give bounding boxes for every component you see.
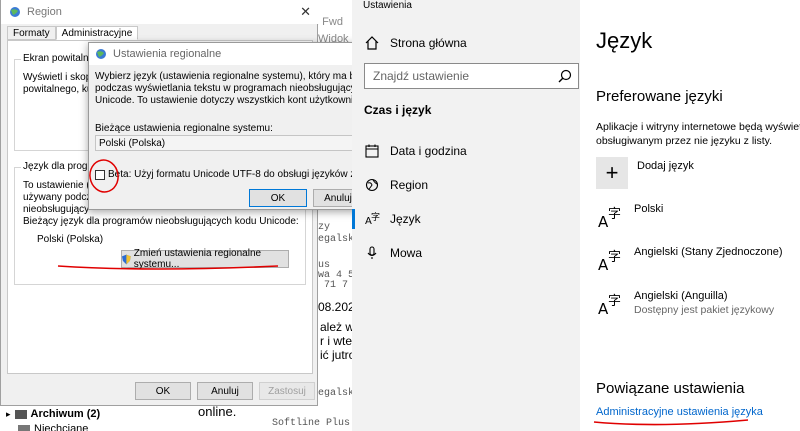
home-icon [364, 35, 380, 51]
group-text: nieobsługujący [23, 204, 90, 215]
chevron-right-icon: ▸ [6, 408, 11, 419]
description-line: Aplikacje i witryny internetowe będą wyś… [596, 121, 800, 133]
globe-icon [364, 177, 380, 193]
regional-settings-description: Wybierz język (ustawienia regionalne sys… [95, 71, 407, 107]
description-line: podczas wyświetlania tekstu w programach… [95, 83, 391, 94]
beta-utf8-label: Beta: Użyj formatu Unicode UTF-8 do obsł… [108, 169, 388, 180]
settings-sidebar: Ustawienia Strona główna Znajdź ustawien… [352, 0, 580, 431]
bg-body-line: ależ w [320, 320, 352, 334]
tab-formats[interactable]: Formaty [7, 26, 56, 40]
background-online-text: online. [198, 404, 237, 419]
folder-item-junk[interactable]: Niechciane [6, 423, 88, 431]
region-dialog-buttons: OK Anuluj Zastosuj [1, 382, 319, 402]
beta-utf8-row[interactable]: Beta: Użyj formatu Unicode UTF-8 do obsł… [95, 169, 388, 180]
bg-body-line: r i wted [320, 334, 352, 348]
group-text: To ustawienie ( [23, 180, 90, 191]
regional-settings-dialog: Ustawienia regionalne Wybierz język (ust… [88, 42, 407, 210]
nav-item-label: Region [390, 178, 429, 192]
language-name: Polski [634, 203, 664, 215]
nav-item-label: Język [390, 212, 421, 226]
language-name: Angielski (Anguilla) [634, 290, 728, 302]
add-language-label: Dodaj język [637, 160, 694, 172]
nav-item-language[interactable]: A 字 Język [352, 205, 580, 233]
folder-label: Niechciane [34, 423, 89, 431]
app-title: Ustawienia [363, 0, 412, 11]
search-icon[interactable] [558, 69, 572, 86]
nav-section-title: Czas i język [364, 103, 432, 117]
bg-body-line: ić jutro [320, 348, 352, 362]
region-dialog-title: Region [27, 6, 62, 18]
folder-item-archive[interactable]: ▸ Archiwum (2) [6, 408, 100, 420]
bg-mono-line: 08.202 [318, 300, 352, 314]
search-placeholder: Znajdź ustawienie [373, 69, 470, 83]
language-name: Angielski (Stany Zjednoczone) [634, 246, 783, 258]
nav-home-label: Strona główna [390, 36, 467, 50]
globe-icon [10, 7, 20, 17]
bg-mono-line: Softline Plus [272, 418, 351, 429]
nav-item-region[interactable]: Region [352, 171, 580, 199]
description-line: obsługiwanym przez nie języku z listy. [596, 135, 773, 147]
change-system-locale-button[interactable]: Zmień ustawienia regionalne systemu... [121, 248, 289, 270]
nav-item-label: Mowa [390, 246, 423, 260]
nav-item-speech[interactable]: Mowa [352, 239, 580, 267]
nav-home[interactable]: Strona główna [352, 29, 580, 57]
apply-button[interactable]: Zastosuj [259, 382, 315, 400]
change-system-locale-label: Zmień ustawienia regionalne systemu... [133, 248, 262, 270]
beta-utf8-checkbox[interactable] [95, 169, 105, 180]
add-language-button[interactable]: + Dodaj język [596, 157, 694, 189]
description-line: Wybierz język (ustawienia regionalne sys… [95, 71, 407, 82]
language-item-english-anguilla[interactable]: A字 Angielski (Anguilla) Dostępny jest pa… [596, 290, 774, 318]
language-item-english-us[interactable]: A字 Angielski (Stany Zjednoczone) [596, 246, 783, 274]
folder-label: Archiwum (2) [30, 408, 101, 420]
region-dialog-titlebar: Region ✕ [1, 0, 319, 24]
regional-settings-titlebar: Ustawienia regionalne [89, 43, 359, 65]
plus-icon: + [596, 157, 628, 189]
preferred-languages-description: Aplikacje i witryny internetowe będą wyś… [596, 120, 800, 148]
language-status: Dostępny jest pakiet językowy [634, 304, 775, 316]
administrative-language-settings-link[interactable]: Administracyjne ustawienia języka [596, 406, 763, 418]
folder-icon [14, 409, 27, 419]
description-line: Unicode. To ustawienie dotyczy wszystkic… [95, 95, 385, 106]
related-settings-heading: Powiązane ustawienia [596, 380, 745, 397]
group-text: Wyświetl i skopi [23, 72, 94, 83]
page-title: Język [596, 28, 653, 53]
language-item-polish[interactable]: A字 Polski [596, 203, 663, 231]
language-icon: A字 [598, 207, 622, 231]
ok-button[interactable]: OK [135, 382, 191, 400]
language-icon: A 字 [365, 213, 381, 227]
current-locale-label: Bieżące ustawienia regionalne systemu: [95, 123, 273, 134]
globe-icon [96, 49, 106, 59]
settings-content: Język Preferowane języki Aplikacje i wit… [580, 0, 800, 431]
folder-icon [18, 424, 30, 431]
ok-button[interactable]: OK [249, 189, 307, 207]
current-language-label: Bieżący język dla programów nieobsługują… [23, 216, 299, 227]
calendar-clock-icon [364, 143, 380, 159]
preferred-languages-heading: Preferowane języki [596, 88, 723, 105]
group-text: powitalnego, ku [23, 84, 93, 95]
nav-item-label: Data i godzina [390, 144, 467, 158]
language-icon: A字 [598, 250, 622, 274]
nav-item-date-time[interactable]: Data i godzina [352, 137, 580, 165]
close-icon[interactable]: ✕ [300, 4, 311, 20]
current-language-value: Polski (Polska) [37, 234, 104, 245]
regional-settings-title: Ustawienia regionalne [113, 48, 222, 60]
current-locale-select[interactable]: Polski (Polska) [95, 135, 353, 151]
tab-administrative[interactable]: Administracyjne [55, 26, 139, 40]
microphone-icon [364, 245, 380, 261]
cancel-button[interactable]: Anuluj [197, 382, 253, 400]
settings-search-input[interactable]: Znajdź ustawienie [364, 63, 579, 89]
bg-mono-line: iegalski [312, 234, 352, 245]
shield-icon [122, 254, 131, 264]
language-icon: A字 [598, 294, 622, 318]
group-text: używany podcza [23, 192, 97, 203]
region-tabs: Formaty Administracyjne [7, 26, 139, 40]
